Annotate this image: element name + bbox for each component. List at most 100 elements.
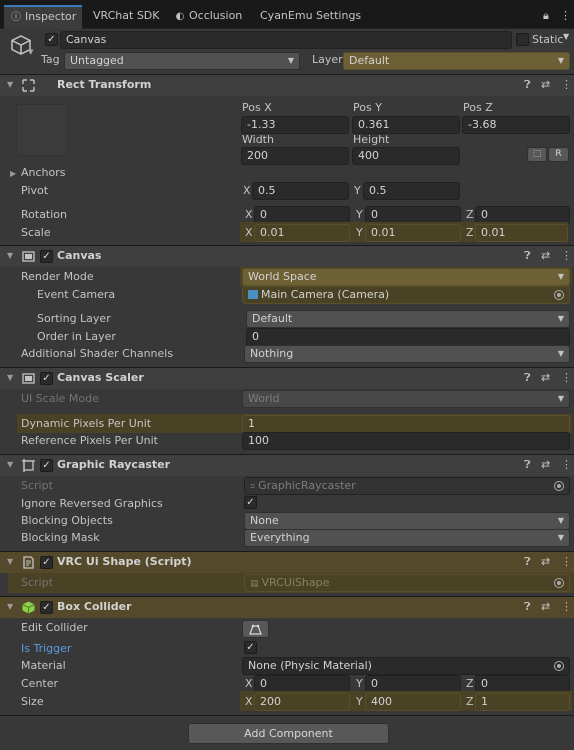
icon-dropdown-arrow-icon[interactable]: ▼ xyxy=(28,48,33,56)
chevron-down-icon: ▼ xyxy=(557,516,564,525)
fold-arrow-icon[interactable]: ▼ xyxy=(7,460,13,469)
component-menu-icon[interactable]: ⋮ xyxy=(561,249,572,262)
rect-transform-header[interactable]: ▼ Rect Transform ❓︎ ⇄ ⋮ xyxy=(0,74,574,96)
material-field[interactable]: None (Physic Material) xyxy=(242,657,570,675)
component-title: Box Collider xyxy=(57,600,132,613)
chevron-down-icon: ▼ xyxy=(557,349,564,358)
pos-z-field[interactable]: -3.68 xyxy=(462,116,570,134)
lock-icon[interactable]: 🔒︎ xyxy=(543,6,549,26)
height-field[interactable]: 400 xyxy=(352,147,460,165)
box-collider-enabled-checkbox[interactable]: ✓ xyxy=(40,601,53,614)
pivot-label: Pivot xyxy=(21,184,49,197)
object-picker-icon[interactable] xyxy=(554,290,564,300)
component-menu-icon[interactable]: ⋮ xyxy=(561,555,572,568)
ignore-reversed-checkbox[interactable]: ✓ xyxy=(244,496,257,509)
preset-icon[interactable]: ⇄ xyxy=(541,600,550,613)
is-trigger-checkbox[interactable]: ✓ xyxy=(244,641,257,654)
static-checkbox[interactable] xyxy=(516,33,529,46)
canvas-icon xyxy=(22,250,35,263)
center-label: Center xyxy=(21,677,59,690)
shader-channels-dropdown[interactable]: Nothing ▼ xyxy=(244,345,570,363)
tab-cyanemu-settings[interactable]: CyanEmu Settings xyxy=(260,6,361,26)
active-checkbox[interactable]: ✓ xyxy=(45,33,58,46)
anchors-fold-arrow-icon[interactable]: ▶ xyxy=(10,169,16,178)
chevron-down-icon: ▼ xyxy=(557,272,564,281)
preset-icon[interactable]: ⇄ xyxy=(541,555,550,568)
help-icon[interactable]: ❓︎ xyxy=(524,371,531,385)
order-in-layer-field[interactable]: 0 xyxy=(246,328,570,346)
height-label: Height xyxy=(353,133,390,146)
fold-arrow-icon[interactable]: ▼ xyxy=(7,251,13,260)
help-icon[interactable]: ❓︎ xyxy=(524,600,531,614)
help-icon[interactable]: ❓︎ xyxy=(524,249,531,263)
preset-icon[interactable]: ⇄ xyxy=(541,371,550,384)
fold-arrow-icon[interactable]: ▼ xyxy=(7,602,13,611)
blueprint-mode-button[interactable]: ⬚ xyxy=(527,147,547,162)
event-camera-field[interactable]: Main Camera (Camera) xyxy=(242,286,570,304)
canvas-scaler-enabled-checkbox[interactable]: ✓ xyxy=(40,372,53,385)
vrc-ui-shape-header[interactable]: ▼ ✓ VRC Ui Shape (Script) ❓︎ ⇄ ⋮ xyxy=(0,551,574,573)
width-field[interactable]: 200 xyxy=(241,147,349,165)
canvas-header[interactable]: ▼ ✓ Canvas ❓︎ ⇄ ⋮ xyxy=(0,245,574,267)
size-x-field[interactable]: 200 xyxy=(254,693,350,711)
anchor-preset-button[interactable] xyxy=(16,104,68,156)
tab-occlusion[interactable]: ◐ Occlusion xyxy=(174,6,243,26)
vrc-shape-enabled-checkbox[interactable]: ✓ xyxy=(40,556,53,569)
graphic-raycaster-header[interactable]: ▼ ✓ Graphic Raycaster ❓︎ ⇄ ⋮ xyxy=(0,454,574,476)
preset-icon[interactable]: ⇄ xyxy=(541,78,550,91)
tab-inspector[interactable]: ⓘ Inspector xyxy=(4,5,83,29)
pos-x-label: Pos X xyxy=(242,101,272,114)
blocking-objects-dropdown[interactable]: None ▼ xyxy=(244,512,570,530)
object-picker-icon xyxy=(554,481,564,491)
raycaster-enabled-checkbox[interactable]: ✓ xyxy=(40,459,53,472)
sorting-layer-dropdown[interactable]: Default ▼ xyxy=(246,310,570,328)
layer-dropdown[interactable]: Default ▼ xyxy=(343,52,570,70)
reference-pixels-field[interactable]: 100 xyxy=(242,432,570,450)
fold-arrow-icon[interactable]: ▼ xyxy=(7,557,13,566)
more-menu-icon[interactable]: ⋮ xyxy=(560,6,571,26)
component-menu-icon[interactable]: ⋮ xyxy=(561,78,572,91)
help-icon[interactable]: ❓︎ xyxy=(524,458,531,472)
fold-arrow-icon[interactable]: ▼ xyxy=(7,80,13,89)
scale-x-label: X xyxy=(245,226,253,239)
preset-icon[interactable]: ⇄ xyxy=(541,458,550,471)
tab-vrchat-sdk[interactable]: VRChat SDK xyxy=(93,6,160,26)
layer-label: Layer xyxy=(312,53,343,66)
raycaster-icon xyxy=(22,459,35,472)
divider xyxy=(0,715,574,716)
pos-z-label: Pos Z xyxy=(463,101,493,114)
static-dropdown-arrow-icon[interactable]: ▼ xyxy=(563,32,569,41)
scale-z-field[interactable]: 0.01 xyxy=(475,224,568,242)
add-component-button[interactable]: Add Component xyxy=(188,723,389,744)
raw-edit-button[interactable]: R xyxy=(548,147,569,162)
pivot-y-label: Y xyxy=(354,184,361,197)
tag-dropdown[interactable]: Untagged ▼ xyxy=(64,52,300,70)
name-field[interactable]: Canvas xyxy=(60,31,512,49)
script-file-icon xyxy=(22,556,35,569)
box-collider-header[interactable]: ▼ ✓ Box Collider ❓︎ ⇄ ⋮ xyxy=(0,596,574,618)
chevron-down-icon: ▼ xyxy=(557,56,564,65)
fold-arrow-icon[interactable]: ▼ xyxy=(7,373,13,382)
help-icon[interactable]: ❓︎ xyxy=(524,555,531,569)
size-z-field[interactable]: 1 xyxy=(475,693,570,711)
help-icon[interactable]: ❓︎ xyxy=(524,78,531,92)
preset-icon[interactable]: ⇄ xyxy=(541,249,550,262)
scale-label: Scale xyxy=(21,226,51,239)
edit-collider-button[interactable] xyxy=(242,620,269,638)
pivot-x-field[interactable]: 0.5 xyxy=(252,182,349,200)
render-mode-dropdown[interactable]: World Space ▼ xyxy=(242,268,570,286)
dynamic-pixels-field[interactable]: 1 xyxy=(242,415,570,433)
component-menu-icon[interactable]: ⋮ xyxy=(561,600,572,613)
component-menu-icon[interactable]: ⋮ xyxy=(561,371,572,384)
pivot-y-field[interactable]: 0.5 xyxy=(363,182,460,200)
anchors-label[interactable]: Anchors xyxy=(21,165,66,181)
blocking-mask-dropdown[interactable]: Everything ▼ xyxy=(244,529,570,547)
object-picker-icon[interactable] xyxy=(554,661,564,671)
scale-x-field[interactable]: 0.01 xyxy=(254,224,350,242)
component-menu-icon[interactable]: ⋮ xyxy=(561,458,572,471)
canvas-enabled-checkbox[interactable]: ✓ xyxy=(40,250,53,263)
scale-y-field[interactable]: 0.01 xyxy=(365,224,461,242)
size-y-field[interactable]: 400 xyxy=(365,693,461,711)
canvas-scaler-header[interactable]: ▼ ✓ Canvas Scaler ❓︎ ⇄ ⋮ xyxy=(0,367,574,389)
size-label: Size xyxy=(21,695,44,708)
